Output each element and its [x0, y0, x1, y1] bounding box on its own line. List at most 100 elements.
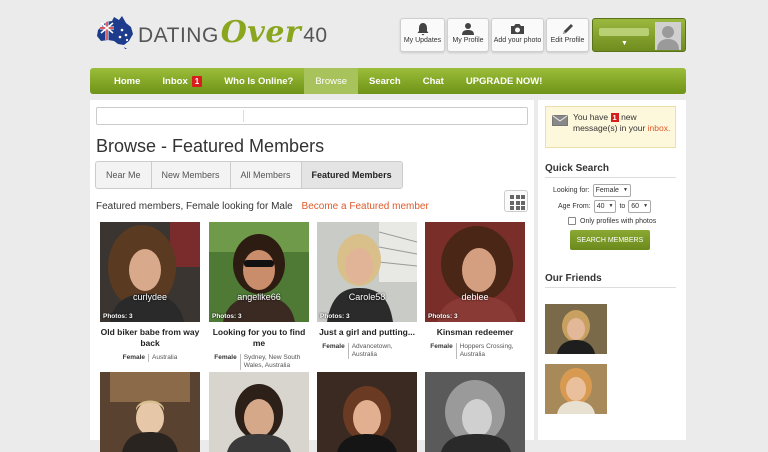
avatar	[655, 22, 681, 50]
member-photo-image	[317, 222, 417, 322]
filter-divider	[243, 110, 244, 122]
member-photo-image	[209, 222, 309, 322]
age-range-row: Age From: 40 ▼ to 60 ▼	[558, 200, 652, 213]
search-members-button[interactable]: SEARCH MEMBERS	[570, 230, 650, 250]
nav-home[interactable]: Home	[90, 68, 151, 94]
member-card[interactable]: deblee Photos: 3 Kinsman redeemer Female…	[425, 222, 525, 359]
inbox-count-badge: 1	[191, 75, 203, 87]
nav-home-label: Home	[114, 75, 141, 87]
member-photo[interactable]	[209, 372, 309, 452]
camera-icon	[511, 24, 524, 34]
friend-photo[interactable]	[545, 304, 607, 354]
member-location: Australia	[152, 354, 178, 361]
message-prefix: You have	[573, 112, 609, 122]
our-friends-divider	[545, 287, 676, 288]
member-card[interactable]: curlydee Photos: 3 Old biker babe from w…	[100, 222, 200, 362]
photo-count: Photos: 3	[103, 313, 133, 320]
only-photos-row[interactable]: Only profiles with photos	[568, 217, 656, 225]
filter-bar[interactable]	[96, 107, 528, 125]
looking-for-value: Female	[595, 187, 619, 194]
member-photo[interactable]: deblee Photos: 3	[425, 222, 525, 322]
nav-inbox[interactable]: Inbox 1	[151, 68, 213, 94]
member-headline[interactable]: Kinsman redeemer	[425, 327, 525, 338]
nav-chat[interactable]: Chat	[412, 68, 455, 94]
message-text: You have 1 new message(s) in your inbox.	[573, 112, 673, 133]
nav-who-is-online[interactable]: Who Is Online?	[213, 68, 304, 94]
member-card[interactable]: Carole58 Photos: 3 Just a girl and putti…	[317, 222, 417, 359]
add-photo-label: Add your photo	[493, 37, 542, 44]
quick-search-divider	[545, 177, 676, 178]
friend-photo[interactable]	[545, 364, 607, 414]
member-meta: Female Australia	[100, 354, 200, 362]
tab-new-members[interactable]: New Members	[152, 162, 231, 188]
member-headline[interactable]: Just a girl and putting...	[317, 327, 417, 338]
my-updates-button[interactable]: My Updates	[400, 18, 445, 52]
age-from-select[interactable]: 40 ▼	[593, 200, 617, 213]
nav-upgrade[interactable]: UPGRADE NOW!	[455, 68, 554, 94]
tab-featured-members[interactable]: Featured Members	[301, 162, 402, 188]
member-headline[interactable]: Old biker babe from way back	[100, 327, 200, 349]
tab-near-me[interactable]: Near Me	[96, 162, 152, 188]
browse-tabs: Near Me New Members All Members Featured…	[95, 161, 403, 189]
member-gender: Female	[214, 354, 241, 370]
member-username: Carole58	[348, 292, 386, 302]
grid-view-icon[interactable]	[504, 190, 528, 212]
photo-count: Photos: 3	[320, 313, 350, 320]
age-to-select[interactable]: 60 ▼	[628, 200, 652, 213]
main-nav: Home Inbox 1 Who Is Online? Browse Searc…	[90, 68, 686, 94]
member-photo[interactable]: curlydee Photos: 3	[100, 222, 200, 322]
brand-over: Over	[220, 14, 302, 50]
site-logo[interactable]: DATING Over 40	[94, 12, 328, 52]
our-friends-title: Our Friends	[545, 273, 602, 284]
member-photo[interactable]: Carole58 Photos: 3	[317, 222, 417, 322]
friend-photo-image	[545, 304, 607, 354]
add-photo-button[interactable]: Add your photo	[491, 18, 544, 52]
age-to-label: to	[619, 203, 626, 210]
looking-for-label: Looking for:	[553, 187, 590, 194]
member-photo[interactable]	[317, 372, 417, 452]
quick-search-title: Quick Search	[545, 163, 609, 174]
username-redacted	[599, 28, 649, 36]
member-photo[interactable]: angelike66 Photos: 3	[209, 222, 309, 322]
member-photo-image	[425, 372, 525, 452]
member-photo-image	[425, 222, 525, 322]
inbox-link[interactable]: inbox.	[648, 123, 671, 133]
header: DATING Over 40 My Updates My Profile Add…	[0, 0, 768, 68]
member-gender: Female	[430, 343, 457, 359]
user-menu[interactable]: ▼	[592, 18, 686, 52]
user-icon	[462, 23, 474, 35]
chevron-down-icon: ▼	[622, 187, 628, 193]
member-headline[interactable]: Looking for you to find me	[209, 327, 309, 349]
nav-browse[interactable]: Browse	[304, 68, 359, 94]
age-from-value: 40	[596, 203, 605, 210]
edit-profile-label: Edit Profile	[550, 37, 585, 44]
pencil-icon	[562, 24, 573, 34]
featured-description: Featured members, Female looking for Mal…	[96, 201, 429, 212]
sidebar: You have 1 new message(s) in your inbox.…	[538, 100, 686, 440]
nav-inbox-label: Inbox	[162, 75, 188, 87]
member-username: deblee	[461, 292, 489, 302]
only-photos-label: Only profiles with photos	[580, 217, 657, 225]
my-updates-label: My Updates	[403, 37, 442, 44]
become-featured-link[interactable]: Become a Featured member	[302, 201, 429, 212]
looking-for-select[interactable]: Female ▼	[592, 184, 631, 197]
member-card[interactable]: angelike66 Photos: 3 Looking for you to …	[209, 222, 309, 370]
member-photo-image	[100, 222, 200, 322]
edit-profile-button[interactable]: Edit Profile	[546, 18, 589, 52]
australia-flag-map-icon	[97, 16, 133, 49]
nav-chat-label: Chat	[422, 75, 444, 87]
page-title: Browse - Featured Members	[96, 136, 325, 156]
member-meta: Female Hoppers Crossing, Australia	[425, 343, 525, 359]
nav-search[interactable]: Search	[358, 68, 412, 94]
tab-all-members[interactable]: All Members	[231, 162, 302, 188]
main-panel: Browse - Featured Members Near Me New Me…	[90, 100, 534, 452]
member-username: angelike66	[237, 292, 281, 302]
member-photo[interactable]	[425, 372, 525, 452]
member-photo-image	[317, 372, 417, 452]
only-photos-checkbox[interactable]	[568, 217, 576, 225]
member-photo[interactable]	[100, 372, 200, 452]
nav-upgrade-label: UPGRADE NOW!	[465, 75, 543, 87]
age-from-label: Age From:	[558, 203, 591, 210]
my-profile-button[interactable]: My Profile	[447, 18, 489, 52]
member-gender: Female	[322, 343, 349, 359]
